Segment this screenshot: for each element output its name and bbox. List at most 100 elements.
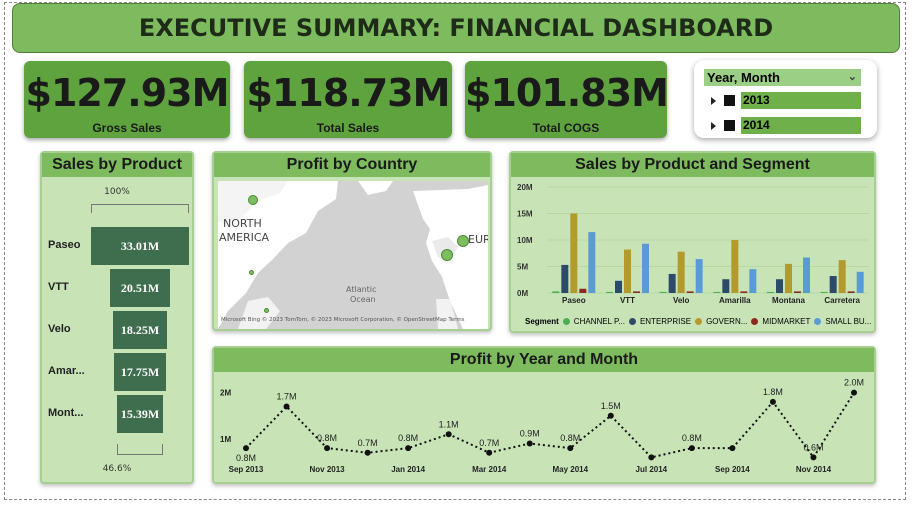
panel-title: Sales by Product <box>42 153 192 177</box>
bar <box>668 273 676 293</box>
chevron-down-icon[interactable]: ⌄ <box>848 69 857 86</box>
map-label-ocean: Ocean <box>350 295 376 304</box>
slicer-title: Year, Month <box>707 70 780 85</box>
bar <box>829 276 837 293</box>
y-tick-label: 10M <box>517 236 533 245</box>
funnel-bar[interactable]: 20.51M <box>109 269 171 307</box>
legend-label: SMALL BU... <box>825 317 872 326</box>
bar <box>740 291 748 293</box>
kpi-card-total-cogs[interactable]: $101.83M Total COGS <box>465 61 669 138</box>
bar <box>794 291 801 293</box>
profit-by-year-month-panel[interactable]: Profit by Year and Month 1M 2M 0.8M 1.7M 0.8… <box>212 346 876 484</box>
funnel-row[interactable]: VTT 20.51M <box>42 269 192 307</box>
funnel-row[interactable]: Amar... 17.75M <box>42 353 192 391</box>
map-label-america: AMERICA <box>219 231 270 244</box>
map-bubble-france[interactable] <box>441 249 453 261</box>
bar <box>785 263 792 293</box>
legend-dot-small-business <box>814 318 822 325</box>
panel-title: Profit by Year and Month <box>214 348 874 372</box>
legend-label: ENTERPRISE <box>639 317 692 326</box>
kpi-value: $127.93M <box>25 71 230 115</box>
year-month-slicer[interactable]: Year, Month ⌄ 2013 2014 <box>694 60 877 138</box>
legend-dot-government <box>695 318 703 325</box>
map-bubble-usa[interactable] <box>249 270 254 275</box>
slicer-item-label: 2014 <box>741 117 861 134</box>
funnel-row[interactable]: Velo 18.25M <box>42 311 192 349</box>
data-label: 0.8M <box>560 433 580 443</box>
bar <box>803 257 810 293</box>
country-map[interactable]: NORTH AMERICA EUR Atlantic Ocean Microso… <box>218 181 488 329</box>
segment-bar-chart: 0M 5M 10M 15M 20M Paseo VTT Velo Amarilla Montana… <box>517 183 869 305</box>
data-point <box>405 445 412 452</box>
x-tick-label: Velo <box>673 296 690 305</box>
bar <box>847 291 855 293</box>
x-tick-label: May 2014 <box>552 465 588 474</box>
data-label: 1.8M <box>763 387 783 397</box>
funnel-bar[interactable]: 33.01M <box>91 227 189 265</box>
bar <box>615 280 622 293</box>
profit-line-chart: 1M 2M 0.8M 1.7M 0.8M 0.7M 0.8M 1.1M 0.7M 0.9M 0.8M… <box>220 378 864 474</box>
checkbox[interactable] <box>724 120 735 131</box>
segment-legend: Segment CHANNEL P... ENTERPRISE GOVERN..… <box>525 317 871 326</box>
checkbox[interactable] <box>724 95 735 106</box>
bar <box>749 269 757 293</box>
legend-label: GOVERN... <box>706 317 748 326</box>
legend-label: CHANNEL P... <box>573 317 625 326</box>
data-point <box>810 454 817 461</box>
bar <box>838 260 846 293</box>
funnel-bar[interactable]: 17.75M <box>113 353 167 391</box>
y-tick-label: 5M <box>517 263 528 272</box>
kpi-card-total-sales[interactable]: $118.73M Total Sales <box>244 61 452 138</box>
kpi-label: Total Sales <box>316 121 380 135</box>
data-label: 0.9M <box>520 429 540 439</box>
funnel-category-label: VTT <box>48 281 69 293</box>
map-bubble-mexico[interactable] <box>264 308 269 313</box>
funnel-row[interactable]: Paseo 33.01M <box>42 227 192 265</box>
map-attribution: Microsoft Bing © 2023 TomTom, © 2023 Mic… <box>221 317 465 323</box>
data-point <box>648 454 655 461</box>
data-point <box>283 403 290 410</box>
sales-by-product-panel[interactable]: Sales by Product 100% Paseo 33.01M VTT 20.5… <box>40 151 194 484</box>
x-tick-label: VTT <box>620 296 635 305</box>
data-point <box>688 445 695 452</box>
data-point <box>567 445 574 452</box>
panel-title: Sales by Product and Segment <box>511 153 874 177</box>
data-point <box>486 449 493 456</box>
funnel-category-label: Amar... <box>48 365 85 377</box>
data-point <box>729 445 736 452</box>
x-tick-label: Jan 2014 <box>391 465 425 474</box>
data-point <box>526 440 533 447</box>
kpi-label: Total COGS <box>532 121 600 135</box>
funnel-bottom-percent: 46.6% <box>102 464 132 474</box>
bar <box>659 291 667 293</box>
data-label: 0.7M <box>479 438 499 448</box>
expand-arrow-icon[interactable] <box>711 96 716 105</box>
data-point <box>445 431 452 438</box>
expand-arrow-icon[interactable] <box>711 121 716 130</box>
data-label: 1.5M <box>601 401 621 411</box>
map-label-atlantic: Atlantic <box>346 285 377 294</box>
slicer-item-2013[interactable]: 2013 <box>711 92 861 109</box>
panel-title: Profit by Country <box>214 153 490 177</box>
kpi-card-gross-sales[interactable]: $127.93M Gross Sales <box>24 61 230 138</box>
funnel-bottom-bracket <box>117 444 163 455</box>
bar <box>633 291 640 293</box>
data-label: 2.0M <box>844 378 864 388</box>
profit-by-country-panel[interactable]: Profit by Country NORTH AMERICA EUR Atla… <box>212 151 492 331</box>
bar <box>677 251 685 293</box>
kpi-value: $101.83M <box>465 71 669 115</box>
sales-by-product-segment-panel[interactable]: Sales by Product and Segment 0M 5M 10M 15M 2… <box>509 151 876 333</box>
funnel-bar[interactable]: 18.25M <box>112 311 168 349</box>
data-label: 0.8M <box>398 433 418 443</box>
slicer-header[interactable]: Year, Month ⌄ <box>704 69 861 86</box>
y-tick-label: 2M <box>220 389 231 398</box>
slicer-item-2014[interactable]: 2014 <box>711 117 861 134</box>
funnel-bar[interactable]: 15.39M <box>117 395 163 433</box>
x-tick-label: Nov 2013 <box>309 465 345 474</box>
map-bubble-canada[interactable] <box>248 195 258 205</box>
map-bubble-germany[interactable] <box>457 235 469 247</box>
funnel-row[interactable]: Mont... 15.39M <box>42 395 192 433</box>
bar <box>776 279 783 293</box>
x-tick-label: Mar 2014 <box>472 465 507 474</box>
map-label-north: NORTH <box>223 217 262 230</box>
